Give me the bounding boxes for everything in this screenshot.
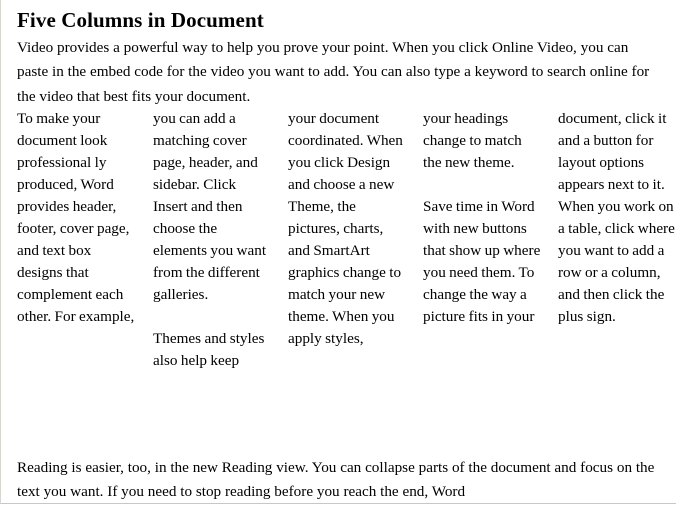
closing-region: Reading is easier, too, in the new Readi… bbox=[17, 456, 665, 505]
column-1-paragraph-1: To make your document look professional … bbox=[17, 110, 135, 326]
column-4: your headings change to match the new th… bbox=[423, 108, 543, 328]
closing-paragraph: Reading is easier, too, in the new Readi… bbox=[17, 459, 655, 501]
column-4-paragraph-2: Save time in Word with new buttons that … bbox=[423, 198, 541, 326]
column-2: you can add a matching cover page, heade… bbox=[153, 108, 273, 373]
document-page: Five Columns in Document Video provides … bbox=[0, 0, 676, 504]
column-1: To make your document look professional … bbox=[17, 108, 137, 328]
column-4-paragraph-1: your headings change to match the new th… bbox=[423, 110, 522, 172]
page-title: Five Columns in Document bbox=[17, 8, 264, 32]
five-column-layout: To make your document look professional … bbox=[17, 108, 675, 443]
intro-paragraph: Video provides a powerful way to help yo… bbox=[17, 39, 650, 105]
column-5: document, click it and a button for layo… bbox=[558, 108, 676, 328]
column-3: your document coordinated. When you clic… bbox=[288, 108, 408, 351]
column-5-paragraph-1: document, click it and a button for layo… bbox=[558, 110, 675, 326]
column-2-paragraph-1: you can add a matching cover page, heade… bbox=[153, 110, 267, 304]
column-3-paragraph-1: your document coordinated. When you clic… bbox=[288, 110, 403, 348]
column-2-paragraph-2: Themes and styles also help keep bbox=[153, 330, 265, 370]
document-header-region: Five Columns in Document Video provides … bbox=[17, 0, 665, 109]
